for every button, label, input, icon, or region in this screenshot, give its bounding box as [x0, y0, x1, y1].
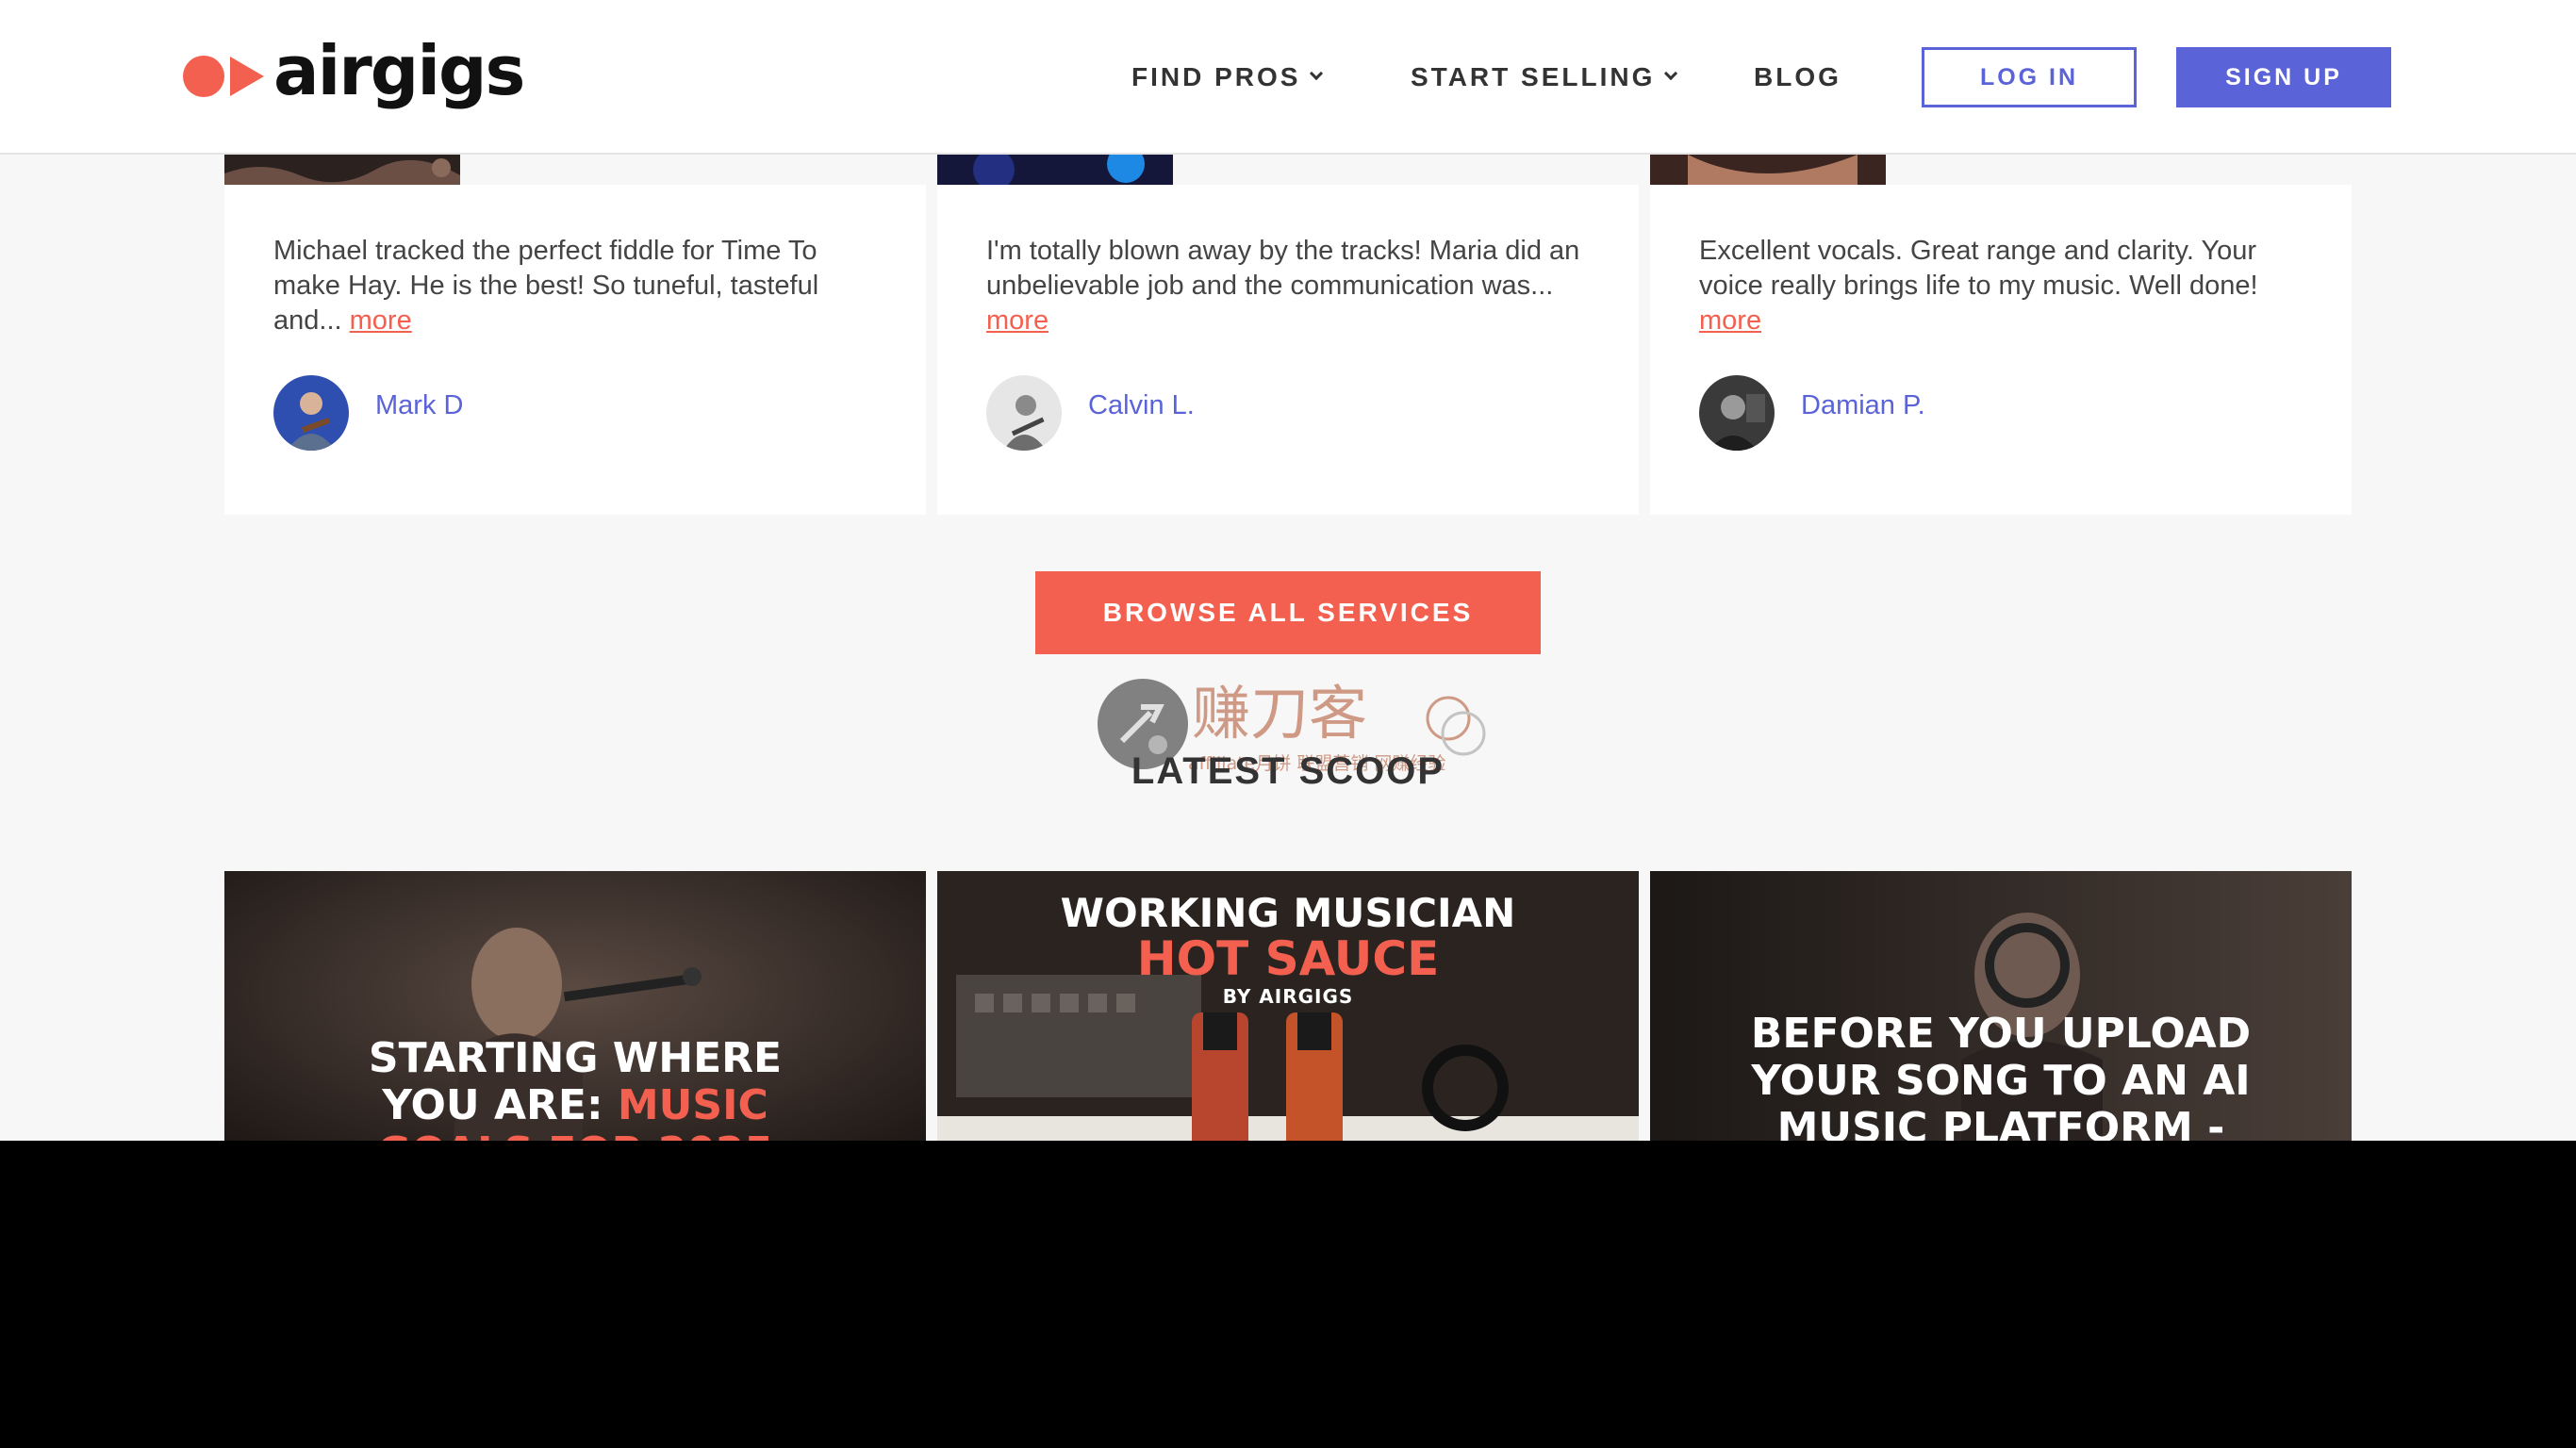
blog-card[interactable]: STARTING WHERE YOU ARE: MUSIC GOALS FOR … [224, 871, 926, 1141]
more-link[interactable]: more [986, 305, 1049, 336]
blog-title-line: BY AIRGIGS [1222, 985, 1354, 1008]
service-image-3[interactable] [1650, 155, 1886, 185]
author-name[interactable]: Calvin L. [1088, 390, 1195, 421]
blog-title-line: STARTING WHERE [368, 1034, 783, 1082]
blog-title-line: BEFORE YOU UPLOAD [1750, 1010, 2252, 1058]
service-image-2[interactable] [937, 155, 1173, 185]
blog-card[interactable]: BEFORE YOU UPLOAD YOUR SONG TO AN AI MUS… [1650, 871, 2352, 1141]
page: airgigs FIND PROS START SELLING BLOG LOG… [0, 0, 2576, 1141]
service-image-1[interactable] [224, 155, 460, 185]
login-button[interactable]: LOG IN [1922, 47, 2137, 107]
author-name[interactable]: Mark D [375, 390, 463, 421]
nav-start-selling-label: START SELLING [1411, 62, 1656, 91]
review-author[interactable]: Damian P. [1699, 375, 1925, 451]
nav-start-selling[interactable]: START SELLING [1411, 47, 1678, 107]
signup-button[interactable]: SIGN UP [2176, 47, 2391, 107]
site-header: airgigs FIND PROS START SELLING BLOG LOG… [0, 0, 2576, 155]
avatar[interactable] [273, 375, 349, 451]
blog-card[interactable]: WORKING MUSICIAN HOT SAUCE BY AIRGIGS [937, 871, 1639, 1141]
blog-title-accent: MUSIC [617, 1081, 768, 1129]
browse-all-services-button[interactable]: BROWSE ALL SERVICES [1035, 571, 1541, 654]
review-card: I'm totally blown away by the tracks! Ma… [937, 185, 1639, 515]
review-card: Excellent vocals. Great range and clarit… [1650, 185, 2352, 515]
nav-blog[interactable]: BLOG [1754, 47, 1841, 107]
blog-title-line: WORKING MUSICIAN [1060, 890, 1516, 936]
blog-title-line: YOU ARE: [382, 1081, 618, 1129]
avatar[interactable] [986, 375, 1062, 451]
more-link[interactable]: more [1699, 305, 1761, 336]
logo[interactable]: airgigs [183, 31, 525, 119]
blog-title-line: MUSIC PLATFORM - [1776, 1104, 2225, 1142]
review-author[interactable]: Calvin L. [986, 375, 1195, 451]
review-card: Michael tracked the perfect fiddle for T… [224, 185, 926, 515]
chevron-down-icon [1310, 66, 1324, 81]
latest-scoop-title: LATEST SCOOP [1131, 750, 1445, 792]
blog-title-line: YOUR SONG TO AN AI [1751, 1057, 2251, 1105]
logo-play-icon [230, 57, 264, 96]
nav-find-pros[interactable]: FIND PROS [1131, 47, 1324, 107]
blog-title-line: GOALS FOR 2025 [224, 1129, 926, 1142]
logo-text: airgigs [273, 31, 525, 110]
watermark-title: 赚刀客 [1192, 679, 1367, 748]
review-text: Excellent vocals. Great range and clarit… [1699, 236, 2258, 301]
logo-record-icon [183, 56, 224, 97]
nav-blog-label: BLOG [1754, 62, 1841, 91]
author-name[interactable]: Damian P. [1801, 390, 1925, 421]
review-author[interactable]: Mark D [273, 375, 463, 451]
chevron-down-icon [1664, 66, 1678, 81]
blog-title-accent: HOT SAUCE [1136, 931, 1440, 986]
letterbox-bar [0, 1141, 2576, 1448]
more-link[interactable]: more [350, 305, 412, 336]
review-text: I'm totally blown away by the tracks! Ma… [986, 236, 1580, 301]
nav-find-pros-label: FIND PROS [1131, 62, 1301, 91]
avatar[interactable] [1699, 375, 1775, 451]
